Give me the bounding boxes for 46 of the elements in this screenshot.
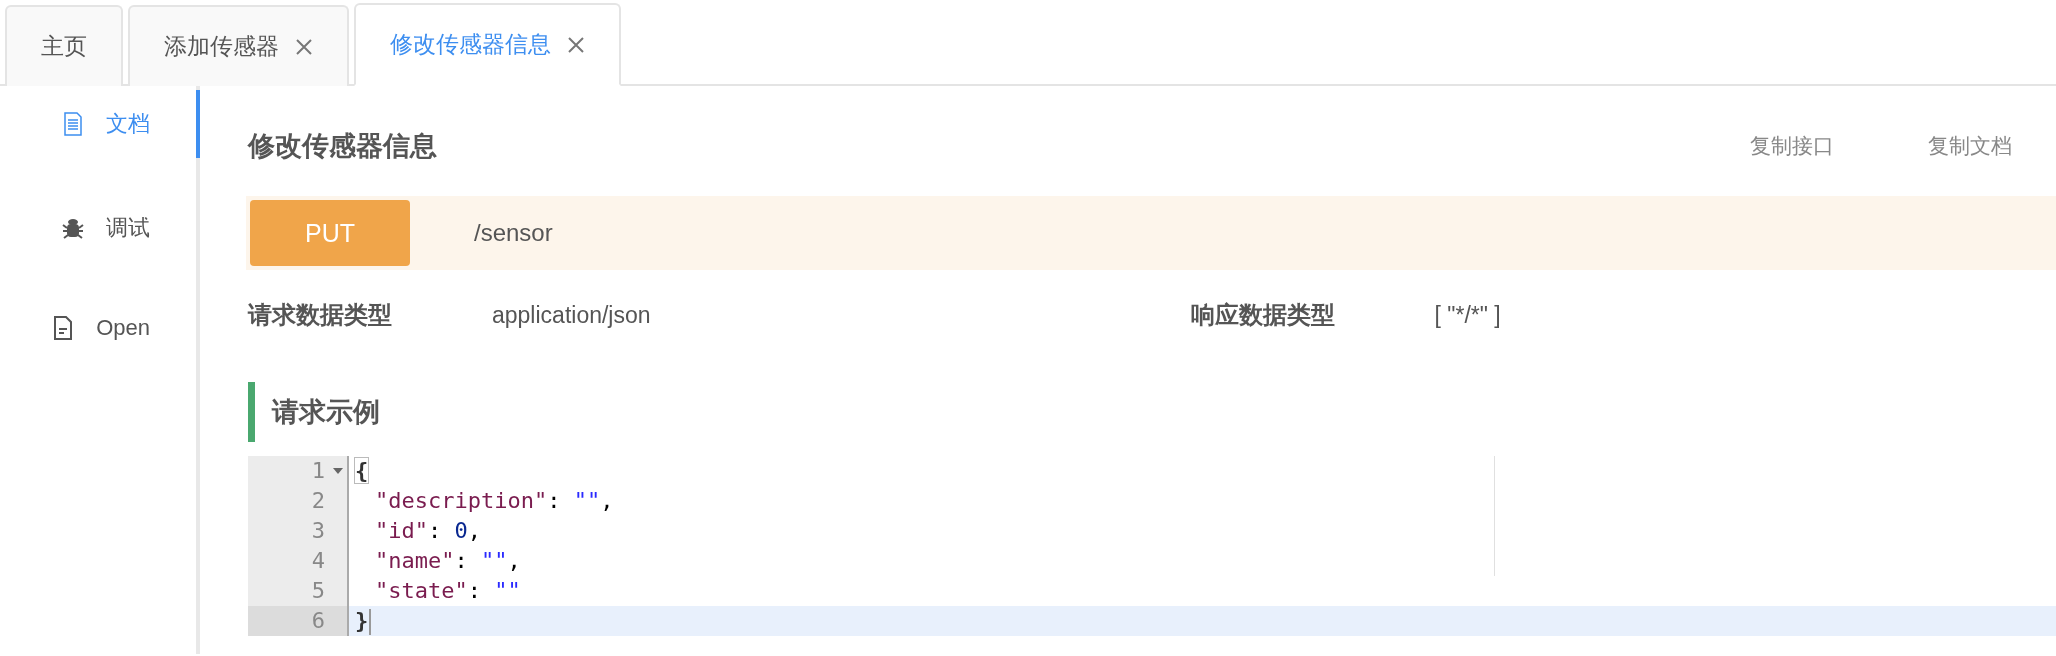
bug-icon xyxy=(62,216,84,240)
line-number: 3 xyxy=(311,518,325,543)
code-token: 0 xyxy=(454,518,468,543)
code-token: "" xyxy=(494,578,521,603)
tab[interactable]: 主页 xyxy=(5,5,123,86)
method-button[interactable]: PUT xyxy=(250,200,410,266)
code-token: "description" xyxy=(375,488,548,513)
code-token: "" xyxy=(573,488,601,513)
code-token: : xyxy=(428,518,443,543)
text-cursor xyxy=(369,609,372,635)
code-token: } xyxy=(355,608,369,633)
line-number: 4 xyxy=(311,548,325,573)
code-token: : xyxy=(454,548,469,573)
close-icon[interactable] xyxy=(295,37,313,56)
endpoint-path: /sensor xyxy=(474,219,553,247)
action-link[interactable]: 复制文档 xyxy=(1928,132,2012,160)
code-token: "" xyxy=(481,548,508,573)
code-token: : xyxy=(547,488,562,513)
field-label: 请求数据类型 xyxy=(248,300,392,330)
line-number: 1 xyxy=(311,458,325,483)
code-token: "id" xyxy=(375,518,428,543)
sidebar-item[interactable]: Open xyxy=(0,278,200,378)
page-title: 修改传感器信息 xyxy=(248,130,438,163)
field-value: application/json xyxy=(492,301,651,329)
code-token: , xyxy=(507,548,521,573)
tab[interactable]: 修改传感器信息 xyxy=(354,3,621,86)
code-token: , xyxy=(467,518,481,543)
line-number: 6 xyxy=(311,608,325,633)
sidebar-item[interactable]: 调试 xyxy=(0,178,200,278)
line-number: 2 xyxy=(311,488,325,513)
line-number: 5 xyxy=(311,578,325,603)
document-icon xyxy=(62,112,84,136)
field-value: [ "*/*" ] xyxy=(1434,301,1501,329)
close-icon[interactable] xyxy=(567,35,585,54)
fold-caret-icon[interactable] xyxy=(333,468,343,474)
file-icon xyxy=(52,316,75,340)
tab[interactable]: 添加传感器 xyxy=(128,5,349,86)
code-token: "name" xyxy=(375,548,455,573)
code-token: "state" xyxy=(375,578,468,603)
code-token: : xyxy=(467,578,482,603)
sidebar-item[interactable]: 文档 xyxy=(0,90,200,158)
action-link[interactable]: 复制接口 xyxy=(1750,132,1834,160)
code-token: { xyxy=(355,458,369,483)
code-token: , xyxy=(600,488,614,513)
section-heading: 请求示例 xyxy=(248,382,2056,442)
field-label: 响应数据类型 xyxy=(1190,300,1335,330)
